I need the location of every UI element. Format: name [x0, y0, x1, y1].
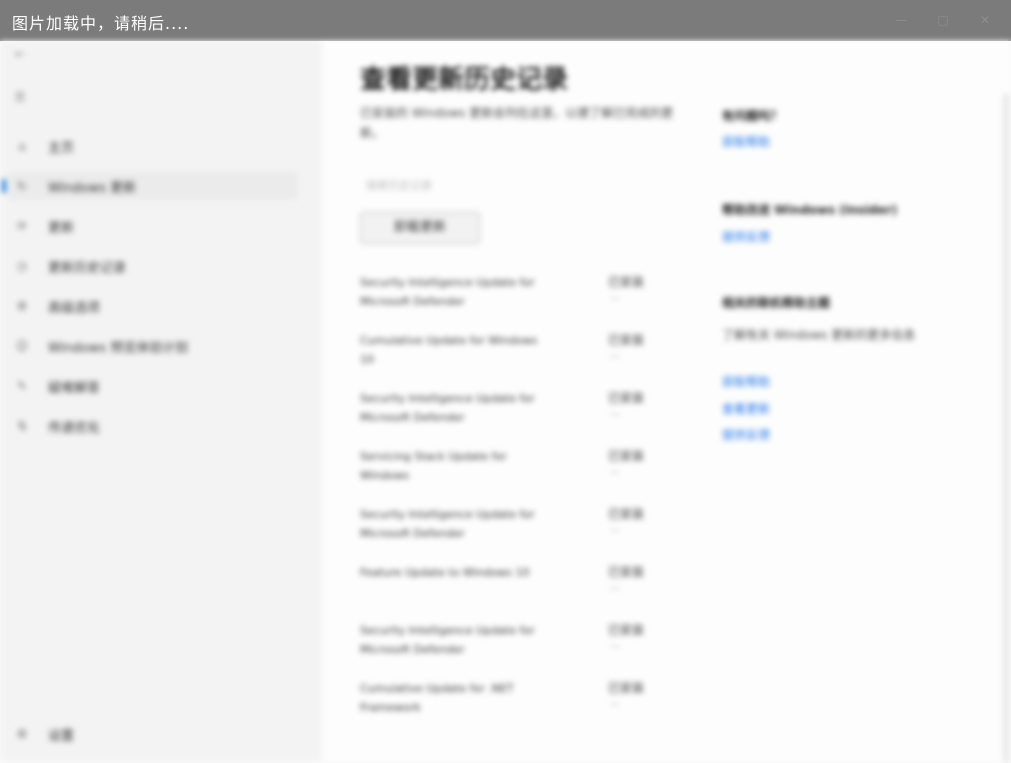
update-name: Servicing Stack Update for Windows [360, 450, 507, 482]
page-description: 已安装的 Windows 更新会列在这里，以便了解已完成的更新。 [360, 106, 674, 140]
search-hint: 搜索历史记录 [366, 179, 432, 192]
update-status: 已安装 [608, 623, 645, 637]
right-panel-text-3: 了解有关 Windows 更新的更多信息 [722, 328, 916, 342]
hamburger-menu-icon[interactable]: ☰ [12, 89, 28, 105]
update-icon: ⟳ [16, 219, 28, 233]
delivery-icon: ⇅ [16, 419, 28, 433]
close-button[interactable]: ✕ [971, 6, 999, 34]
update-name: Feature Update to Windows 10 [360, 566, 530, 579]
sidebar-item-update[interactable]: ⟳ 更新 [8, 212, 298, 240]
update-row[interactable]: Feature Update to Windows 10 已安装 — [360, 563, 680, 613]
page-title: 查看更新历史记录 [360, 65, 569, 95]
update-name: Security Intelligence Update for Microso… [360, 276, 535, 308]
update-status: 已安装 [608, 681, 645, 695]
right-panel-link-b[interactable]: 查看更新 [722, 400, 770, 417]
sidebar-item-label: 疑难解答 [48, 381, 101, 396]
update-row[interactable]: Security Intelligence Update for Microso… [360, 505, 680, 555]
sidebar-item-label: 主页 [48, 141, 75, 156]
sidebar-item-home[interactable]: ⌂ 主页 [8, 132, 298, 160]
troubleshoot-icon: ✎ [16, 379, 28, 393]
update-dash: — [610, 583, 620, 594]
settings-icon: ⚙ [16, 727, 28, 741]
right-panel-title-3: 相关的联机帮助主题 [722, 296, 831, 310]
update-status: 已安装 [608, 333, 645, 347]
sidebar-item-settings[interactable]: ⚙ 设置 [8, 720, 298, 748]
sidebar-item-label: 更新历史记录 [48, 261, 127, 276]
update-dash: — [610, 525, 620, 536]
right-panel-link-1[interactable]: 获取帮助 [722, 133, 770, 150]
options-icon: ⚙ [16, 299, 28, 313]
insider-icon: ☺ [15, 339, 29, 353]
sidebar-item-insider[interactable]: ☺ Windows 预览体验计划 [8, 332, 298, 360]
sidebar-item-windows-update[interactable]: ↻ Windows 更新 [2, 172, 298, 200]
uninstall-updates-button[interactable]: 卸载更新 [360, 212, 480, 244]
update-row[interactable]: Security Intelligence Update for Microso… [360, 621, 680, 671]
sidebar-item-history[interactable]: ◷ 更新历史记录 [8, 252, 298, 280]
sidebar-item-delivery[interactable]: ⇅ 传递优化 [8, 412, 298, 440]
back-arrow-icon[interactable]: ← [12, 46, 28, 62]
right-panel-title-2: 帮助改进 Windows (Insider) [722, 203, 898, 217]
update-status: 已安装 [608, 507, 645, 521]
sidebar-item-troubleshoot[interactable]: ✎ 疑难解答 [8, 372, 298, 400]
active-indicator [2, 179, 6, 193]
update-name: Cumulative Update for .NET Framework [360, 682, 514, 714]
right-panel-link-a[interactable]: 获取帮助 [722, 373, 770, 390]
home-icon: ⌂ [18, 139, 26, 153]
sidebar-item-label: 更新 [48, 221, 75, 236]
update-dash: — [610, 351, 620, 362]
sidebar: ← ☰ ⌂ 主页 ↻ Windows 更新 ⟳ 更新 ◷ 更新历史记录 ⚙ 高级… [0, 41, 322, 761]
update-dash: — [610, 699, 620, 710]
update-row[interactable]: Security Intelligence Update for Microso… [360, 273, 680, 323]
update-row[interactable]: Servicing Stack Update for Windows 已安装 — [360, 447, 680, 497]
sidebar-item-advanced[interactable]: ⚙ 高级选项 [8, 292, 298, 320]
scrollbar[interactable] [1003, 93, 1009, 763]
window-titlebar: 图片加载中，请稍后.... — □ ✕ [0, 0, 1011, 41]
right-panel-title-1: 有问题吗？ [722, 109, 783, 123]
update-status: 已安装 [608, 449, 645, 463]
update-dash: — [610, 293, 620, 304]
sidebar-item-label: Windows 预览体验计划 [48, 341, 189, 356]
sidebar-item-label: 传递优化 [48, 421, 101, 436]
update-name: Security Intelligence Update for Microso… [360, 624, 535, 656]
main-content: 查看更新历史记录 已安装的 Windows 更新会列在这里，以便了解已完成的更新… [322, 41, 1011, 761]
update-status: 已安装 [608, 275, 645, 289]
update-dash: — [610, 409, 620, 420]
update-row[interactable]: Cumulative Update for .NET Framework 已安装… [360, 679, 680, 729]
history-icon: ◷ [16, 259, 28, 273]
blurred-content: ← ☰ ⌂ 主页 ↻ Windows 更新 ⟳ 更新 ◷ 更新历史记录 ⚙ 高级… [0, 41, 1011, 763]
update-name: Cumulative Update for Windows 10 [360, 334, 538, 366]
update-name: Security Intelligence Update for Microso… [360, 392, 535, 424]
sidebar-item-label: Windows 更新 [48, 181, 137, 196]
update-row[interactable]: Cumulative Update for Windows 10 已安装 — [360, 331, 680, 381]
sidebar-item-label: 设置 [48, 729, 75, 744]
update-dash: — [610, 641, 620, 652]
update-status: 已安装 [608, 391, 645, 405]
sidebar-item-label: 高级选项 [48, 301, 101, 316]
update-name: Security Intelligence Update for Microso… [360, 508, 535, 540]
update-row[interactable]: Security Intelligence Update for Microso… [360, 389, 680, 439]
maximize-button[interactable]: □ [929, 6, 957, 34]
right-panel-link-c[interactable]: 提供反馈 [722, 426, 770, 443]
sync-icon: ↻ [16, 179, 28, 193]
loading-text: 图片加载中，请稍后.... [12, 14, 190, 33]
update-status: 已安装 [608, 565, 645, 579]
update-dash: — [610, 467, 620, 478]
minimize-button[interactable]: — [887, 6, 915, 34]
right-panel-link-2[interactable]: 提供反馈 [722, 228, 770, 245]
